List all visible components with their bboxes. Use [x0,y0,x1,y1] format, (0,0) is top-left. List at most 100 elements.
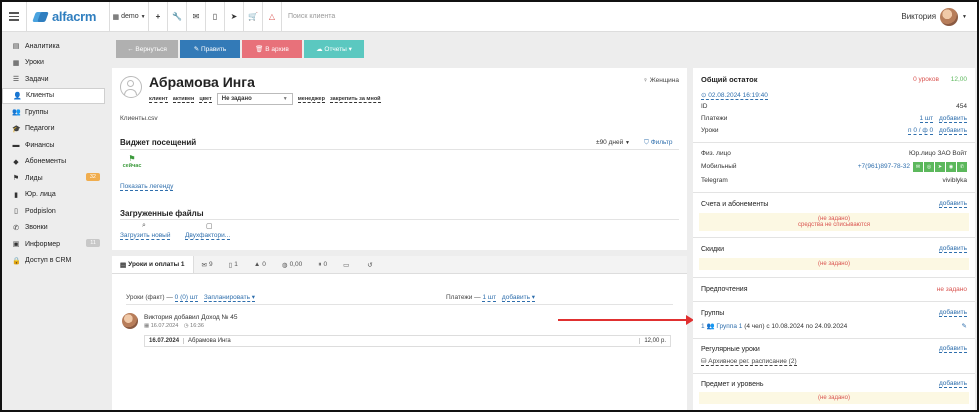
sidebar-item-0[interactable]: ▤ Аналитика [2,38,106,55]
group-name-link[interactable]: Группа 1 [716,323,742,330]
mobile-icon[interactable]: ▯ [206,2,224,32]
envelope-icon[interactable]: ✉ [187,2,205,32]
status-select[interactable]: Не задано ▼ [216,93,293,105]
lessons-count-link[interactable]: п 0 / ф 0 [908,126,934,135]
sidebar-item-11[interactable]: ✆ Звонки [2,220,106,237]
assign-to-me-link[interactable]: закрепить за мной [329,96,381,103]
tab-4[interactable]: ◍ 0,00 [274,256,310,273]
groups-header: Группы добавить [693,306,975,320]
add-account-link[interactable]: добавить [938,200,967,208]
logo[interactable]: alfacrm [27,9,109,24]
sidebar-item-13[interactable]: 🔒 Доступ в CRM [2,253,106,270]
cart-icon[interactable]: 🛒 [244,2,262,32]
sms-icon[interactable]: ✉ [913,161,923,172]
telegram-icon[interactable]: ➤ [935,161,945,172]
archive-button[interactable]: 🗑 В архив [242,40,302,58]
sidebar-item-9[interactable]: ▮ Юр. лица [2,187,106,204]
payment-row[interactable]: 16.07.2024 Абрамова Инга 12,00 р. [144,335,671,347]
mobile-value[interactable]: +7(961)897-78-32 [858,163,910,170]
widget-period-select[interactable]: ±90 дней ▼ [596,139,630,146]
tag-manager[interactable]: менеджер [297,96,325,103]
sidebar-item-6[interactable]: ▬ Финансы [2,137,106,154]
schedule-lesson-link[interactable]: Запланировать ▾ [203,294,256,302]
status-select-value: Не задано [221,96,252,102]
telegram-icon[interactable]: ➤ [225,2,243,32]
client-search-input[interactable]: Поиск клиента [281,2,901,32]
add-payment-link[interactable]: добавить [938,114,967,123]
show-legend-link[interactable]: Показать легенду [120,183,174,191]
tag-client[interactable]: клиент [149,96,168,103]
sidebar-item-label: Podpislon [25,207,56,215]
discounts-empty: (не задано) [699,258,969,270]
money-icon: ▬ [12,141,20,149]
logo-icon [32,11,49,23]
sidebar-item-12[interactable]: ▣ Информер 11 [2,236,106,253]
balance-date-link[interactable]: ⊙ 02.08.2024 16:19:40 [701,91,768,100]
sidebar-item-8[interactable]: ⚑ Лиды 32 [2,170,106,187]
tag-color[interactable]: цвет [199,96,212,103]
sidebar-item-1[interactable]: ▦ Уроки [2,55,106,72]
edit-button[interactable]: ✎ Править [180,40,240,58]
telegram-label: Telegram [701,176,728,184]
wrench-icon[interactable]: 🔧 [168,2,186,32]
payments-count-link[interactable]: 1 шт [482,294,497,302]
client-name: Абрамова Инга [149,74,255,90]
sidebar-item-3[interactable]: 👤 Клиенты [2,87,105,104]
regular-archive-row: ⛁ Архивное рег. расписание (2) [693,355,975,367]
tab-7[interactable]: ↺ [359,256,382,273]
divider [693,192,975,193]
branch-select[interactable]: ▦ demo ▼ [110,2,148,32]
sidebar-item-label: Уроки [25,59,44,67]
two-factor-file-link[interactable]: Двухфактори... [185,232,231,240]
entry-date: 16.07.2024 [150,323,179,329]
tab-3[interactable]: ▲ 0 [246,256,274,273]
paperclip-icon: ⌕ [142,222,146,229]
whatsapp-icon[interactable]: ◎ [924,161,934,172]
widget-period-value: ±90 дней [596,139,624,146]
app-frame: alfacrm ▦ demo ▼ + 🔧 ✉ ▯ ➤ 🛒 △ Поиск кли… [0,0,979,412]
divider [693,237,975,238]
accounts-not-deducted: средства не списываются [798,222,870,228]
add-group-link[interactable]: добавить [938,309,967,317]
add-discount-link[interactable]: добавить [938,245,967,253]
tab-6[interactable]: ▭ [335,256,359,273]
tab-0[interactable]: ▤ Уроки и оплаты 1 [112,256,194,273]
widget-filter-button[interactable]: ⛉ Фильтр [644,139,673,147]
add-subject-link[interactable]: добавить [938,380,967,388]
sidebar-item-5[interactable]: 🎓 Педагоги [2,121,106,138]
pencil-icon[interactable]: ✎ [962,322,967,330]
tab-2[interactable]: ▯ 1 [221,256,246,273]
payments-label: Платежи — [446,294,481,301]
comments-icon: ✉ [201,261,207,269]
add-lesson-link[interactable]: добавить [938,126,967,135]
file-icon: ▢ [206,223,213,230]
preferences-value[interactable]: не задано [937,286,967,293]
tab-5[interactable]: ⏸ 0 [310,256,335,273]
phone-icon[interactable]: ✆ [957,161,967,172]
viber-icon[interactable]: ◉ [946,161,956,172]
payment-client: Абрамова Инга [188,338,231,344]
subject-empty: (не задано) [699,392,969,404]
sidebar-item-7[interactable]: ◆ Абонементы [2,154,106,171]
user-menu[interactable]: Виктория ▼ [901,7,977,26]
balance-date-row: ⊙ 02.08.2024 16:19:40 [693,90,975,100]
lessons-fact-link[interactable]: 0 (0) шт [174,294,199,302]
upload-new-link[interactable]: Загрузить новый [120,232,171,240]
reports-button[interactable]: ☁ Отчеты ▾ [304,40,364,58]
add-payment-link[interactable]: добавить ▾ [501,294,536,302]
warning-icon[interactable]: △ [263,2,281,32]
sidebar-item-2[interactable]: ☰ Задачи [2,71,106,88]
archive-schedule-link[interactable]: ⛁ Архивное рег. расписание (2) [701,357,797,366]
sidebar-item-4[interactable]: 👥 Группы [2,104,106,121]
sidebar-item-10[interactable]: ▯ Podpislon [2,203,106,220]
back-button[interactable]: ← Вернуться [116,40,178,58]
menu-icon[interactable] [2,2,26,32]
tag-active[interactable]: активен [172,96,195,103]
tab-label: 0,00 [289,261,303,268]
entry-meta: ▦ 16.07.2024 ◷ 16:36 [144,323,204,329]
payments-count-link[interactable]: 1 шт [919,114,934,123]
plus-icon[interactable]: + [149,2,167,32]
add-regular-link[interactable]: добавить [938,345,967,353]
payments-row: Платежи 1 шт добавить [693,112,975,124]
tab-1[interactable]: ✉ 9 [194,256,221,273]
